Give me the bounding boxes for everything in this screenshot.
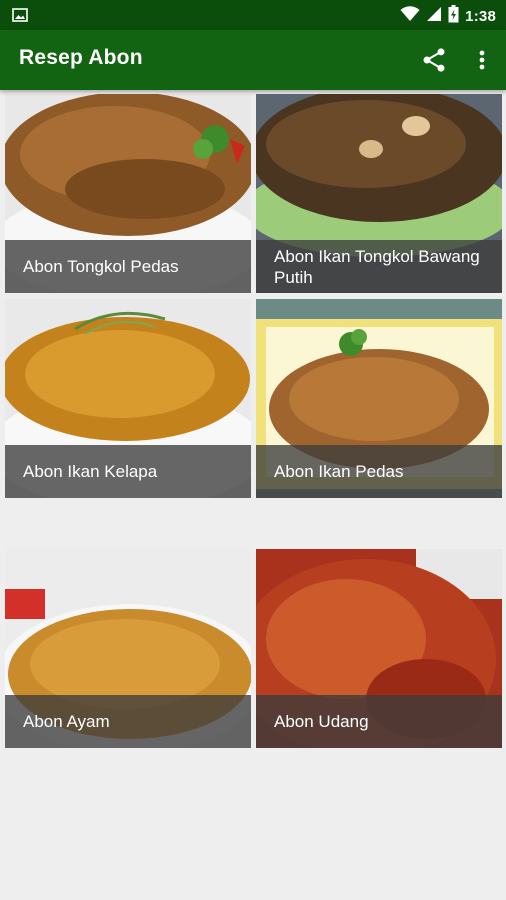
recipe-caption: Abon Ikan Kelapa [5, 445, 251, 498]
recipe-title: Abon Ikan Pedas [274, 462, 404, 481]
recipe-card-abon-ayam[interactable]: Abon Ayam [5, 549, 251, 748]
signal-icon [426, 6, 442, 27]
wifi-icon [400, 6, 420, 27]
recipe-card-abon-tongkol-pedas[interactable]: Abon Tongkol Pedas [5, 94, 251, 293]
recipe-card-abon-ikan-pedas[interactable]: Abon Ikan Pedas [256, 299, 502, 498]
status-time: 1:38 [465, 8, 496, 25]
recipe-card-abon-udang[interactable]: Abon Udang [256, 549, 502, 748]
app-title: Resep Abon [19, 46, 143, 69]
recipe-title: Abon Ikan Tongkol Bawang Putih [274, 246, 480, 287]
recipe-caption: Abon Ikan Pedas [256, 445, 502, 498]
recipe-title: Abon Udang [274, 712, 369, 731]
status-bar: 1:38 [0, 0, 506, 30]
recipe-caption: Abon Tongkol Pedas [5, 240, 251, 293]
recipe-caption: Abon Udang [256, 695, 502, 748]
more-vert-icon[interactable] [470, 46, 494, 79]
battery-charging-icon [448, 5, 459, 28]
recipe-title: Abon Ikan Kelapa [23, 462, 158, 481]
recipe-card-abon-ikan-tongkol-bawang-putih[interactable]: Abon Ikan Tongkol Bawang Putih [256, 94, 502, 293]
recipe-title: Abon Ayam [23, 712, 110, 731]
app-bar: Resep Abon [0, 30, 506, 90]
recipe-card-abon-ikan-kelapa[interactable]: Abon Ikan Kelapa [5, 299, 251, 498]
recipe-caption: Abon Ikan Tongkol Bawang Putih [256, 240, 502, 293]
gallery-icon [12, 7, 28, 28]
recipe-title: Abon Tongkol Pedas [23, 257, 179, 276]
share-icon[interactable] [420, 46, 448, 79]
recipe-caption: Abon Ayam [5, 695, 251, 748]
